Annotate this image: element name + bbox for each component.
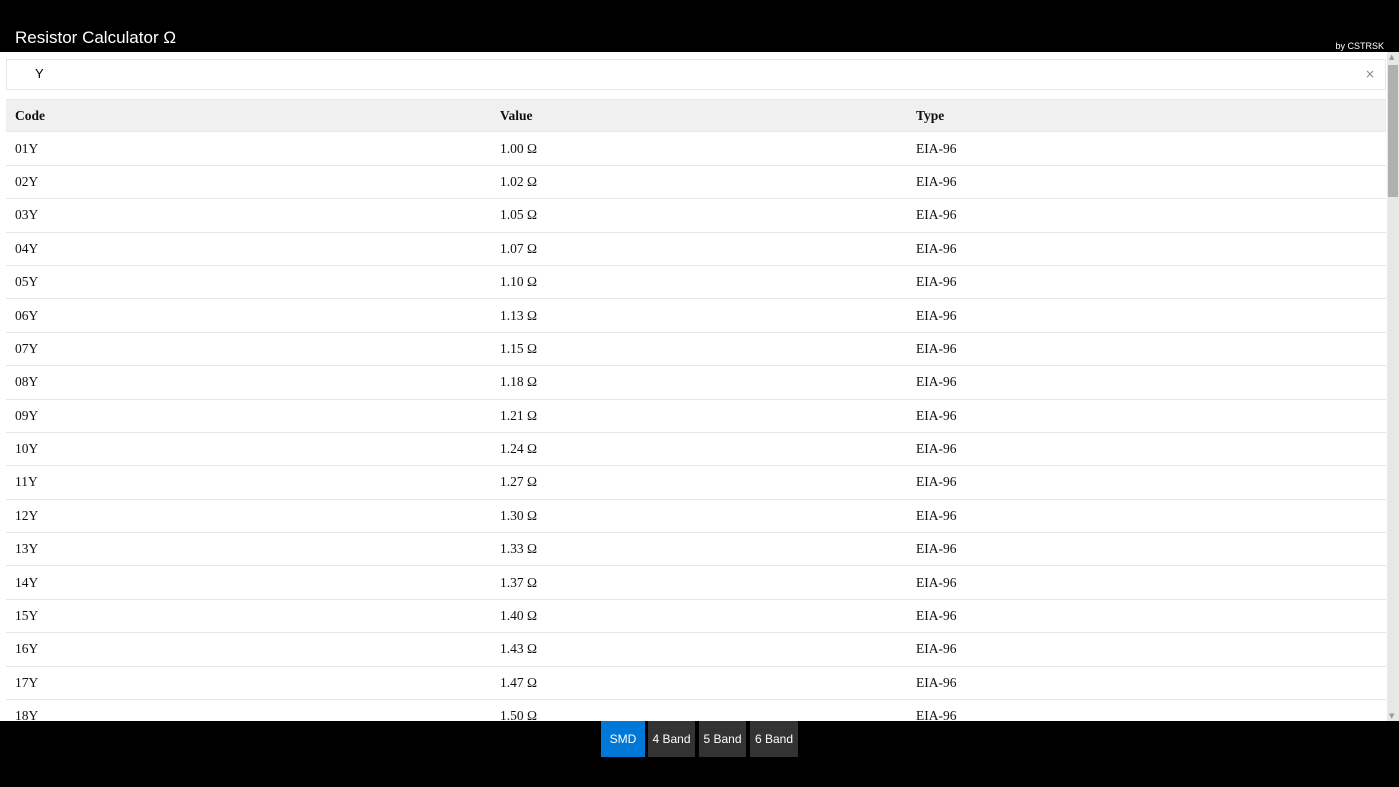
cell-code: 11Y (6, 474, 491, 490)
cell-value: 1.37 Ω (491, 575, 907, 591)
scroll-up-icon[interactable]: ▲ (1389, 53, 1394, 61)
column-header-value[interactable]: Value (491, 108, 907, 124)
cell-code: 12Y (6, 508, 491, 524)
table-row[interactable]: 12Y1.30 ΩEIA-96 (6, 500, 1386, 533)
cell-code: 04Y (6, 241, 491, 257)
table-row[interactable]: 17Y1.47 ΩEIA-96 (6, 667, 1386, 700)
table-row[interactable]: 05Y1.10 ΩEIA-96 (6, 266, 1386, 299)
cell-code: 13Y (6, 541, 491, 557)
cell-value: 1.50 Ω (491, 708, 907, 721)
cell-code: 03Y (6, 207, 491, 223)
cell-type: EIA-96 (907, 308, 1386, 324)
author-byline: by CSTRSK (1335, 41, 1384, 51)
cell-type: EIA-96 (907, 541, 1386, 557)
table-row[interactable]: 06Y1.13 ΩEIA-96 (6, 299, 1386, 332)
cell-value: 1.13 Ω (491, 308, 907, 324)
cell-code: 05Y (6, 274, 491, 290)
app-title: Resistor Calculator Ω (15, 28, 176, 48)
vertical-scrollbar[interactable]: ▲ ▼ (1387, 52, 1399, 721)
cell-value: 1.15 Ω (491, 341, 907, 357)
cell-value: 1.07 Ω (491, 241, 907, 257)
cell-code: 01Y (6, 141, 491, 157)
cell-type: EIA-96 (907, 241, 1386, 257)
table-row[interactable]: 03Y1.05 ΩEIA-96 (6, 199, 1386, 232)
results-table: Code Value Type 01Y1.00 ΩEIA-9602Y1.02 Ω… (6, 99, 1386, 721)
clear-icon[interactable]: × (1365, 67, 1375, 81)
table-row[interactable]: 16Y1.43 ΩEIA-96 (6, 633, 1386, 666)
content-area: × Code Value Type 01Y1.00 ΩEIA-9602Y1.02… (0, 52, 1399, 721)
cell-type: EIA-96 (907, 141, 1386, 157)
cell-code: 10Y (6, 441, 491, 457)
cell-code: 15Y (6, 608, 491, 624)
cell-value: 1.10 Ω (491, 274, 907, 290)
table-row[interactable]: 07Y1.15 ΩEIA-96 (6, 333, 1386, 366)
search-box: × (6, 59, 1386, 90)
title-bar: Resistor Calculator Ω by CSTRSK (0, 0, 1399, 52)
tab-5-band[interactable]: 5 Band (699, 721, 746, 757)
cell-type: EIA-96 (907, 641, 1386, 657)
cell-value: 1.21 Ω (491, 408, 907, 424)
cell-code: 09Y (6, 408, 491, 424)
cell-type: EIA-96 (907, 174, 1386, 190)
table-row[interactable]: 01Y1.00 ΩEIA-96 (6, 132, 1386, 165)
cell-value: 1.27 Ω (491, 474, 907, 490)
table-row[interactable]: 13Y1.33 ΩEIA-96 (6, 533, 1386, 566)
cell-value: 1.30 Ω (491, 508, 907, 524)
cell-value: 1.47 Ω (491, 675, 907, 691)
table-header: Code Value Type (6, 99, 1386, 132)
cell-type: EIA-96 (907, 575, 1386, 591)
tab-6-band[interactable]: 6 Band (750, 721, 798, 757)
cell-code: 16Y (6, 641, 491, 657)
table-row[interactable]: 09Y1.21 ΩEIA-96 (6, 400, 1386, 433)
cell-value: 1.43 Ω (491, 641, 907, 657)
cell-type: EIA-96 (907, 708, 1386, 721)
tab-smd[interactable]: SMD (601, 721, 645, 757)
cell-type: EIA-96 (907, 274, 1386, 290)
cell-value: 1.24 Ω (491, 441, 907, 457)
cell-type: EIA-96 (907, 675, 1386, 691)
cell-type: EIA-96 (907, 207, 1386, 223)
cell-code: 14Y (6, 575, 491, 591)
cell-value: 1.05 Ω (491, 207, 907, 223)
cell-type: EIA-96 (907, 341, 1386, 357)
column-header-type[interactable]: Type (907, 108, 1386, 124)
cell-value: 1.02 Ω (491, 174, 907, 190)
cell-value: 1.40 Ω (491, 608, 907, 624)
cell-value: 1.33 Ω (491, 541, 907, 557)
scrollbar-thumb[interactable] (1388, 65, 1398, 197)
cell-code: 02Y (6, 174, 491, 190)
tab-4-band[interactable]: 4 Band (648, 721, 695, 757)
table-row[interactable]: 10Y1.24 ΩEIA-96 (6, 433, 1386, 466)
cell-value: 1.18 Ω (491, 374, 907, 390)
table-row[interactable]: 14Y1.37 ΩEIA-96 (6, 566, 1386, 599)
table-row[interactable]: 04Y1.07 ΩEIA-96 (6, 233, 1386, 266)
cell-type: EIA-96 (907, 508, 1386, 524)
cell-code: 17Y (6, 675, 491, 691)
footer-tab-bar: SMD 4 Band 5 Band 6 Band (0, 721, 1399, 787)
cell-type: EIA-96 (907, 441, 1386, 457)
table-row[interactable]: 18Y1.50 ΩEIA-96 (6, 700, 1386, 721)
table-row[interactable]: 02Y1.02 ΩEIA-96 (6, 166, 1386, 199)
cell-type: EIA-96 (907, 408, 1386, 424)
cell-type: EIA-96 (907, 474, 1386, 490)
table-row[interactable]: 11Y1.27 ΩEIA-96 (6, 466, 1386, 499)
cell-value: 1.00 Ω (491, 141, 907, 157)
table-row[interactable]: 15Y1.40 ΩEIA-96 (6, 600, 1386, 633)
cell-code: 08Y (6, 374, 491, 390)
cell-code: 18Y (6, 708, 491, 721)
table-row[interactable]: 08Y1.18 ΩEIA-96 (6, 366, 1386, 399)
scroll-down-icon[interactable]: ▼ (1389, 712, 1394, 720)
column-header-code[interactable]: Code (6, 108, 491, 124)
cell-code: 06Y (6, 308, 491, 324)
search-input[interactable] (35, 66, 1335, 81)
cell-type: EIA-96 (907, 374, 1386, 390)
cell-type: EIA-96 (907, 608, 1386, 624)
cell-code: 07Y (6, 341, 491, 357)
